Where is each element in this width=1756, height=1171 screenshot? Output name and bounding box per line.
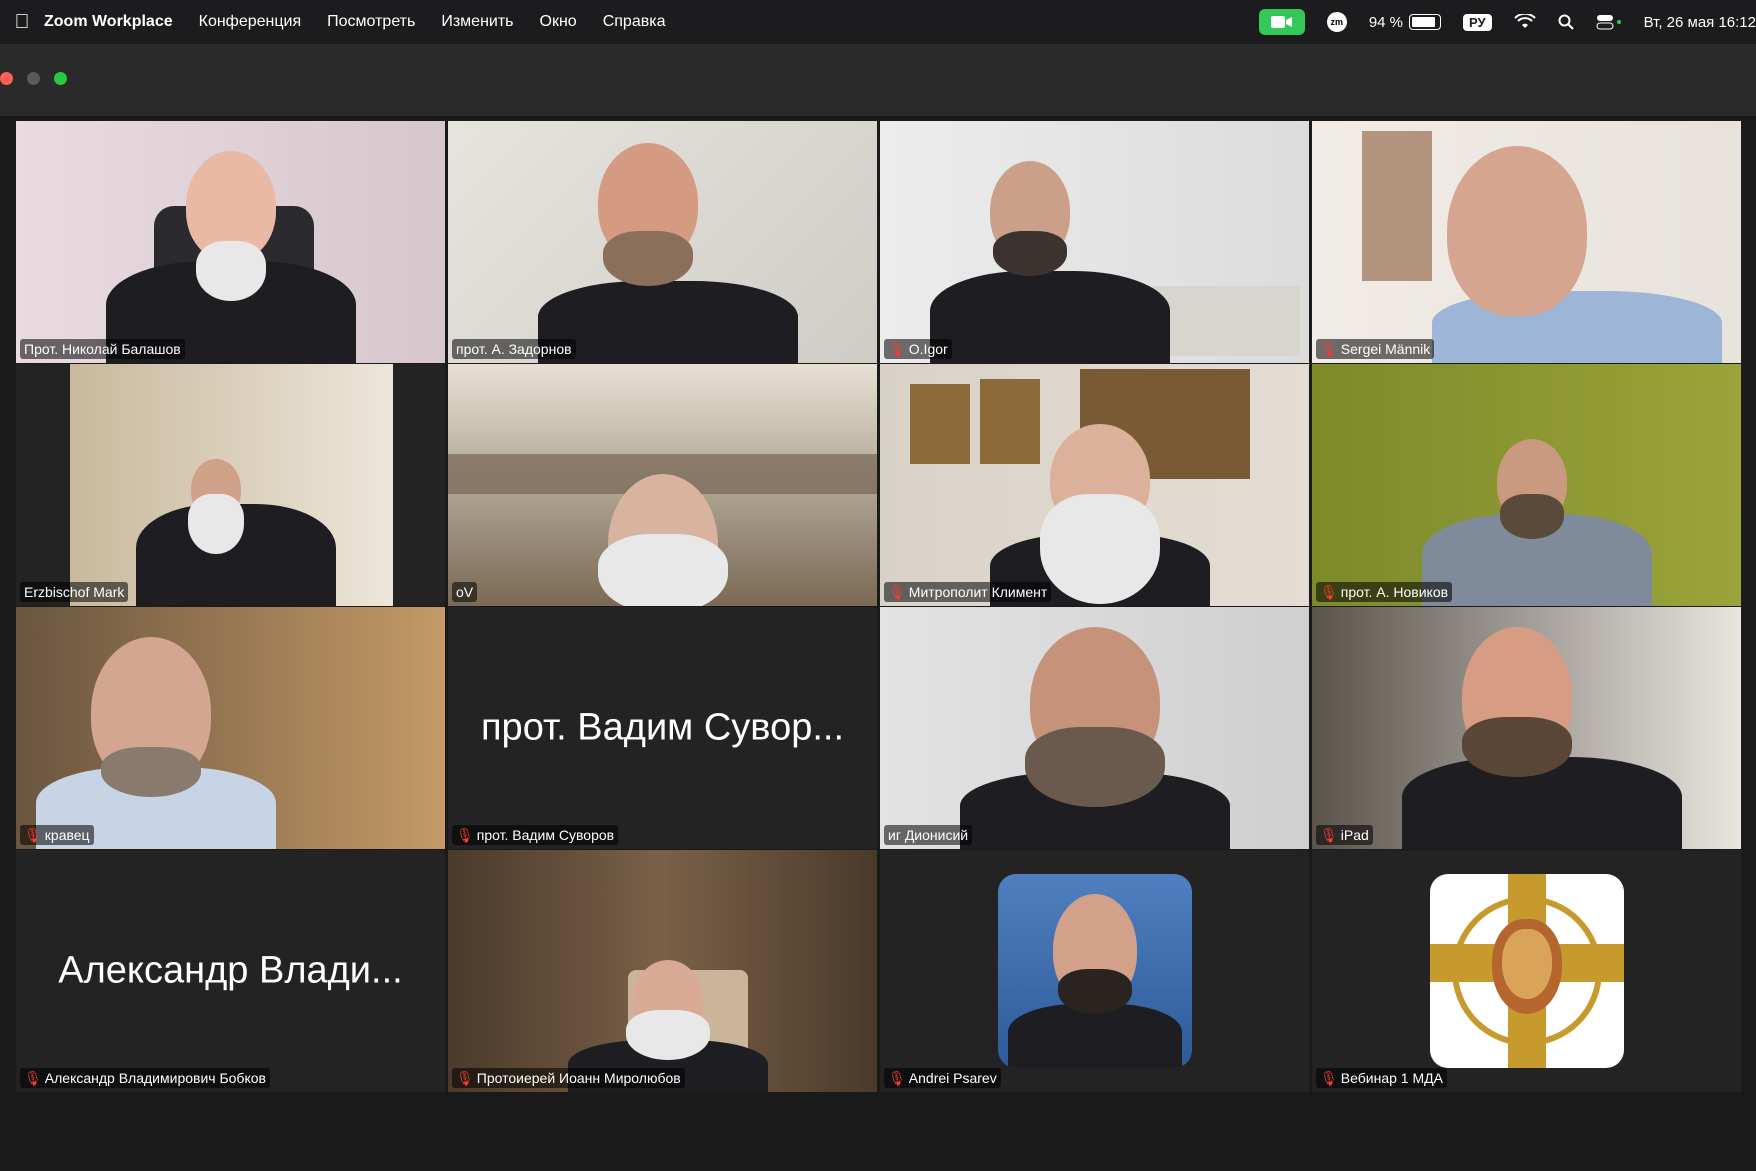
participant-name-label: 🎙︎ прот. Вадим Суворов bbox=[452, 825, 619, 845]
clock[interactable]: Вт, 26 мая 16:12 bbox=[1644, 14, 1756, 31]
muted-mic-icon: 🎙︎ bbox=[456, 827, 474, 843]
participant-tile-active-speaker[interactable]: прот. А. Задорнов bbox=[448, 121, 877, 363]
participant-name-label: Прот. Николай Балашов bbox=[20, 339, 185, 359]
participant-name-label: 🎙︎ Александр Владимирович Бобков bbox=[20, 1068, 270, 1088]
participant-tile[interactable]: 🎙︎ Митрополит Климент bbox=[880, 364, 1309, 606]
battery-percent: 94 % bbox=[1368, 13, 1404, 31]
participant-name-label: 🎙︎ O.Igor bbox=[884, 339, 952, 359]
participant-tile[interactable]: 🎙︎ O.Igor bbox=[880, 121, 1309, 363]
muted-mic-icon: 🎙︎ bbox=[1320, 584, 1338, 600]
participant-tile-no-video[interactable]: Александр Влади... 🎙︎ Александр Владимиро… bbox=[16, 850, 445, 1092]
participant-tile[interactable]: Прот. Николай Балашов bbox=[16, 121, 445, 363]
participant-name-label: 🎙︎ прот. А. Новиков bbox=[1316, 582, 1453, 602]
participant-tile[interactable]: 🎙︎ Sergei Männik bbox=[1312, 121, 1741, 363]
participant-tile-no-video[interactable]: 🎙︎ Вебинар 1 МДА bbox=[1312, 850, 1741, 1092]
participant-name-label: 🎙︎ кравец bbox=[20, 825, 94, 845]
participant-tile-no-video[interactable]: прот. Вадим Сувор... 🎙︎ прот. Вадим Сувор… bbox=[448, 607, 877, 849]
participant-display-name: прот. Вадим Сувор... bbox=[480, 706, 845, 749]
spotlight-search-icon[interactable] bbox=[1558, 14, 1574, 30]
participant-name-label: 🎙︎ iPad bbox=[1316, 825, 1373, 845]
window-titlebar bbox=[0, 44, 1756, 116]
participant-tile[interactable]: 🎙︎ Протоиерей Иоанн Миролюбов bbox=[448, 850, 877, 1092]
battery-icon bbox=[1409, 14, 1442, 30]
menu-window[interactable]: Окно bbox=[540, 13, 577, 31]
participant-name-label: 🎙︎ Sergei Männik bbox=[1316, 339, 1435, 359]
participant-avatar bbox=[997, 874, 1192, 1068]
keyboard-layout[interactable]: РУ bbox=[1463, 13, 1492, 31]
battery-status[interactable]: 94 % bbox=[1368, 13, 1442, 31]
participant-tile-no-video[interactable]: 🎙︎ Andrei Psarev bbox=[880, 850, 1309, 1092]
zoom-menubar-icon[interactable]: zm bbox=[1326, 12, 1347, 32]
wifi-icon[interactable] bbox=[1513, 14, 1536, 30]
webinar-logo-avatar bbox=[1429, 874, 1624, 1068]
minimize-window-button[interactable] bbox=[27, 72, 40, 85]
participant-display-name: Александр Влади... bbox=[58, 949, 403, 992]
zoom-video-status-icon[interactable] bbox=[1258, 9, 1305, 35]
muted-mic-icon: 🎙︎ bbox=[24, 1070, 42, 1086]
menu-help[interactable]: Справка bbox=[603, 13, 666, 31]
muted-mic-icon: 🎙︎ bbox=[1320, 827, 1338, 843]
participant-name-label: oV bbox=[452, 582, 478, 602]
participant-name-label: иг Дионисий bbox=[884, 825, 973, 845]
menu-conference[interactable]: Конференция bbox=[199, 13, 302, 31]
participant-name-label: прот. А. Задорнов bbox=[452, 339, 576, 359]
participant-name-label: Erzbischof Mark bbox=[20, 582, 129, 602]
menu-edit[interactable]: Изменить bbox=[441, 13, 513, 31]
muted-mic-icon: 🎙︎ bbox=[24, 827, 42, 843]
muted-mic-icon: 🎙︎ bbox=[1320, 341, 1338, 357]
participant-tile[interactable]: 🎙︎ кравец bbox=[16, 607, 445, 849]
participant-name-label: 🎙︎ Andrei Psarev bbox=[884, 1068, 1001, 1088]
muted-mic-icon: 🎙︎ bbox=[888, 584, 906, 600]
participant-name-label: 🎙︎ Протоиерей Иоанн Миролюбов bbox=[452, 1068, 685, 1088]
apple-menu-icon[interactable]:  bbox=[0, 11, 44, 34]
muted-mic-icon: 🎙︎ bbox=[456, 1070, 474, 1086]
participant-name-label: 🎙︎ Вебинар 1 МДА bbox=[1316, 1068, 1447, 1088]
app-menu[interactable]: Zoom Workplace bbox=[44, 13, 173, 31]
control-center-icon[interactable] bbox=[1596, 14, 1622, 30]
participant-tile[interactable]: oV bbox=[448, 364, 877, 606]
participant-name-label: 🎙︎ Митрополит Климент bbox=[884, 582, 1052, 602]
participant-tile[interactable]: иг Дионисий bbox=[880, 607, 1309, 849]
participant-tile[interactable]: 🎙︎ iPad bbox=[1312, 607, 1741, 849]
maximize-window-button[interactable] bbox=[54, 72, 67, 85]
menu-bar:  Zoom Workplace Конференция Посмотреть … bbox=[0, 0, 1756, 44]
close-window-button[interactable] bbox=[0, 72, 13, 85]
muted-mic-icon: 🎙︎ bbox=[888, 341, 906, 357]
participant-tile[interactable]: Erzbischof Mark bbox=[16, 364, 445, 606]
menu-view[interactable]: Посмотреть bbox=[327, 13, 415, 31]
participant-tile[interactable]: 🎙︎ прот. А. Новиков bbox=[1312, 364, 1741, 606]
gallery-view: Прот. Николай Балашов прот. А. Задорнов … bbox=[16, 121, 1741, 1093]
muted-mic-icon: 🎙︎ bbox=[888, 1070, 906, 1086]
muted-mic-icon: 🎙︎ bbox=[1320, 1070, 1338, 1086]
